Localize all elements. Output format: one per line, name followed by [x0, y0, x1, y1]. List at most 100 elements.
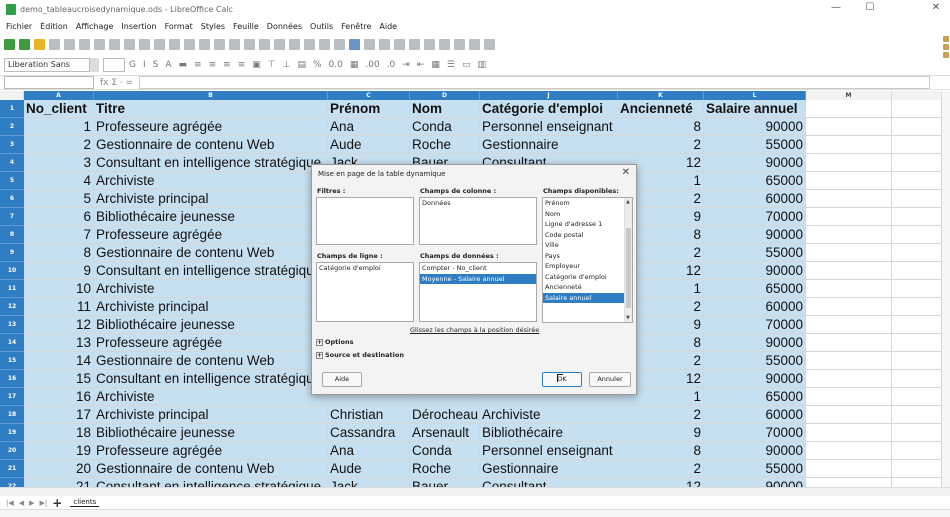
row-fields-list[interactable]: Catégorie d'emploi: [316, 262, 414, 322]
cell[interactable]: 6: [24, 208, 94, 226]
cell[interactable]: 2: [618, 460, 704, 478]
row-header[interactable]: 7: [0, 208, 24, 226]
cell[interactable]: [806, 244, 892, 262]
underline-icon[interactable]: S: [153, 60, 159, 70]
cell[interactable]: [806, 136, 892, 154]
select-all-corner[interactable]: [0, 91, 24, 100]
menu-item[interactable]: Fenêtre: [341, 22, 371, 31]
cell[interactable]: Consultant: [480, 478, 618, 487]
cell[interactable]: 3: [24, 154, 94, 172]
maximize-button[interactable]: ☐: [860, 2, 880, 13]
field-list-item[interactable]: Ligne d'adresse 1: [543, 219, 632, 230]
field-list-item[interactable]: Données: [420, 198, 536, 209]
cell[interactable]: [806, 100, 892, 118]
cell[interactable]: [806, 118, 892, 136]
cell[interactable]: 8: [24, 244, 94, 262]
cell[interactable]: 16: [24, 388, 94, 406]
cell[interactable]: [806, 442, 892, 460]
print-icon[interactable]: [79, 38, 90, 50]
bold-icon[interactable]: G: [129, 60, 136, 70]
menu-item[interactable]: Aide: [379, 22, 397, 31]
cell[interactable]: [806, 190, 892, 208]
cell[interactable]: Consultant en intelligence stratégique: [94, 370, 328, 388]
currency-icon[interactable]: ▤: [297, 60, 306, 70]
field-list-item[interactable]: Moyenne - Salaire annuel: [420, 273, 536, 284]
cell[interactable]: 90000: [704, 334, 806, 352]
cell[interactable]: [892, 154, 942, 172]
merge-cells-icon[interactable]: ▣: [252, 60, 261, 70]
borders-icon[interactable]: ▦: [431, 60, 440, 70]
cell[interactable]: Titre: [94, 100, 328, 118]
row-header[interactable]: 21: [0, 460, 24, 478]
menu-item[interactable]: Données: [267, 22, 302, 31]
cell[interactable]: Dérocheau: [410, 406, 480, 424]
cell[interactable]: Gestionnaire: [480, 136, 618, 154]
cell[interactable]: Arsenault: [410, 424, 480, 442]
vertical-scrollbar[interactable]: [942, 91, 950, 487]
open-folder-icon[interactable]: [34, 38, 45, 50]
column-header[interactable]: M: [806, 91, 892, 100]
cell[interactable]: [806, 208, 892, 226]
row-header[interactable]: 19: [0, 424, 24, 442]
cell[interactable]: [892, 280, 942, 298]
cell[interactable]: Aude: [328, 460, 410, 478]
row-header[interactable]: 4: [0, 154, 24, 172]
column-header[interactable]: K: [618, 91, 704, 100]
cell[interactable]: 11: [24, 298, 94, 316]
cell[interactable]: 19: [24, 442, 94, 460]
cell[interactable]: No_client: [24, 100, 94, 118]
cell[interactable]: [806, 406, 892, 424]
cell[interactable]: Professeure agrégée: [94, 226, 328, 244]
cell[interactable]: 4: [24, 172, 94, 190]
cell[interactable]: 55000: [704, 136, 806, 154]
clone-format-icon[interactable]: [154, 38, 165, 50]
row-header[interactable]: 9: [0, 244, 24, 262]
font-color-icon[interactable]: A: [165, 60, 171, 70]
row-header[interactable]: 17: [0, 388, 24, 406]
pivot-table-icon[interactable]: [364, 38, 375, 50]
comment-icon[interactable]: [409, 38, 420, 50]
cell[interactable]: Ancienneté: [618, 100, 704, 118]
field-list-item[interactable]: Nom: [543, 209, 632, 220]
new-document-icon[interactable]: [19, 38, 30, 50]
row-header[interactable]: 8: [0, 226, 24, 244]
cell[interactable]: [892, 100, 942, 118]
cell[interactable]: Professeure agrégée: [94, 442, 328, 460]
cell[interactable]: Aude: [328, 136, 410, 154]
column-header[interactable]: L: [704, 91, 806, 100]
cell[interactable]: 5: [24, 190, 94, 208]
menu-item[interactable]: Affichage: [76, 22, 114, 31]
cell[interactable]: 90000: [704, 154, 806, 172]
cell[interactable]: Archiviste: [480, 406, 618, 424]
cell[interactable]: Roche: [410, 460, 480, 478]
cell[interactable]: 60000: [704, 406, 806, 424]
field-list-item[interactable]: Salaire annuel: [543, 292, 632, 303]
cell[interactable]: 60000: [704, 298, 806, 316]
cell[interactable]: [806, 388, 892, 406]
field-list-item[interactable]: Pays: [543, 251, 632, 262]
cell[interactable]: 1: [24, 118, 94, 136]
next-sheet-icon[interactable]: ▶: [29, 499, 34, 507]
delete-decimal-icon[interactable]: .0: [387, 60, 396, 70]
cell[interactable]: [892, 172, 942, 190]
cell[interactable]: 60000: [704, 190, 806, 208]
cell[interactable]: 65000: [704, 388, 806, 406]
cell[interactable]: [892, 298, 942, 316]
cell[interactable]: Gestionnaire de contenu Web: [94, 136, 328, 154]
column-header[interactable]: A: [24, 91, 94, 100]
field-list-item[interactable]: Catégorie d'emploi: [543, 272, 632, 283]
split-window-icon[interactable]: [469, 38, 480, 50]
cell[interactable]: Archiviste principal: [94, 406, 328, 424]
add-decimal-icon[interactable]: .00: [365, 60, 379, 70]
cell[interactable]: [806, 262, 892, 280]
cell[interactable]: 70000: [704, 424, 806, 442]
highlight-icon[interactable]: ▬: [179, 60, 188, 70]
cell[interactable]: 20: [24, 460, 94, 478]
row-header[interactable]: 22: [0, 478, 24, 487]
cell[interactable]: 8: [618, 118, 704, 136]
autofilter-icon[interactable]: [319, 38, 330, 50]
italic-icon[interactable]: I: [143, 60, 146, 70]
cell[interactable]: [806, 352, 892, 370]
cell[interactable]: [806, 226, 892, 244]
menu-item[interactable]: Feuille: [233, 22, 259, 31]
